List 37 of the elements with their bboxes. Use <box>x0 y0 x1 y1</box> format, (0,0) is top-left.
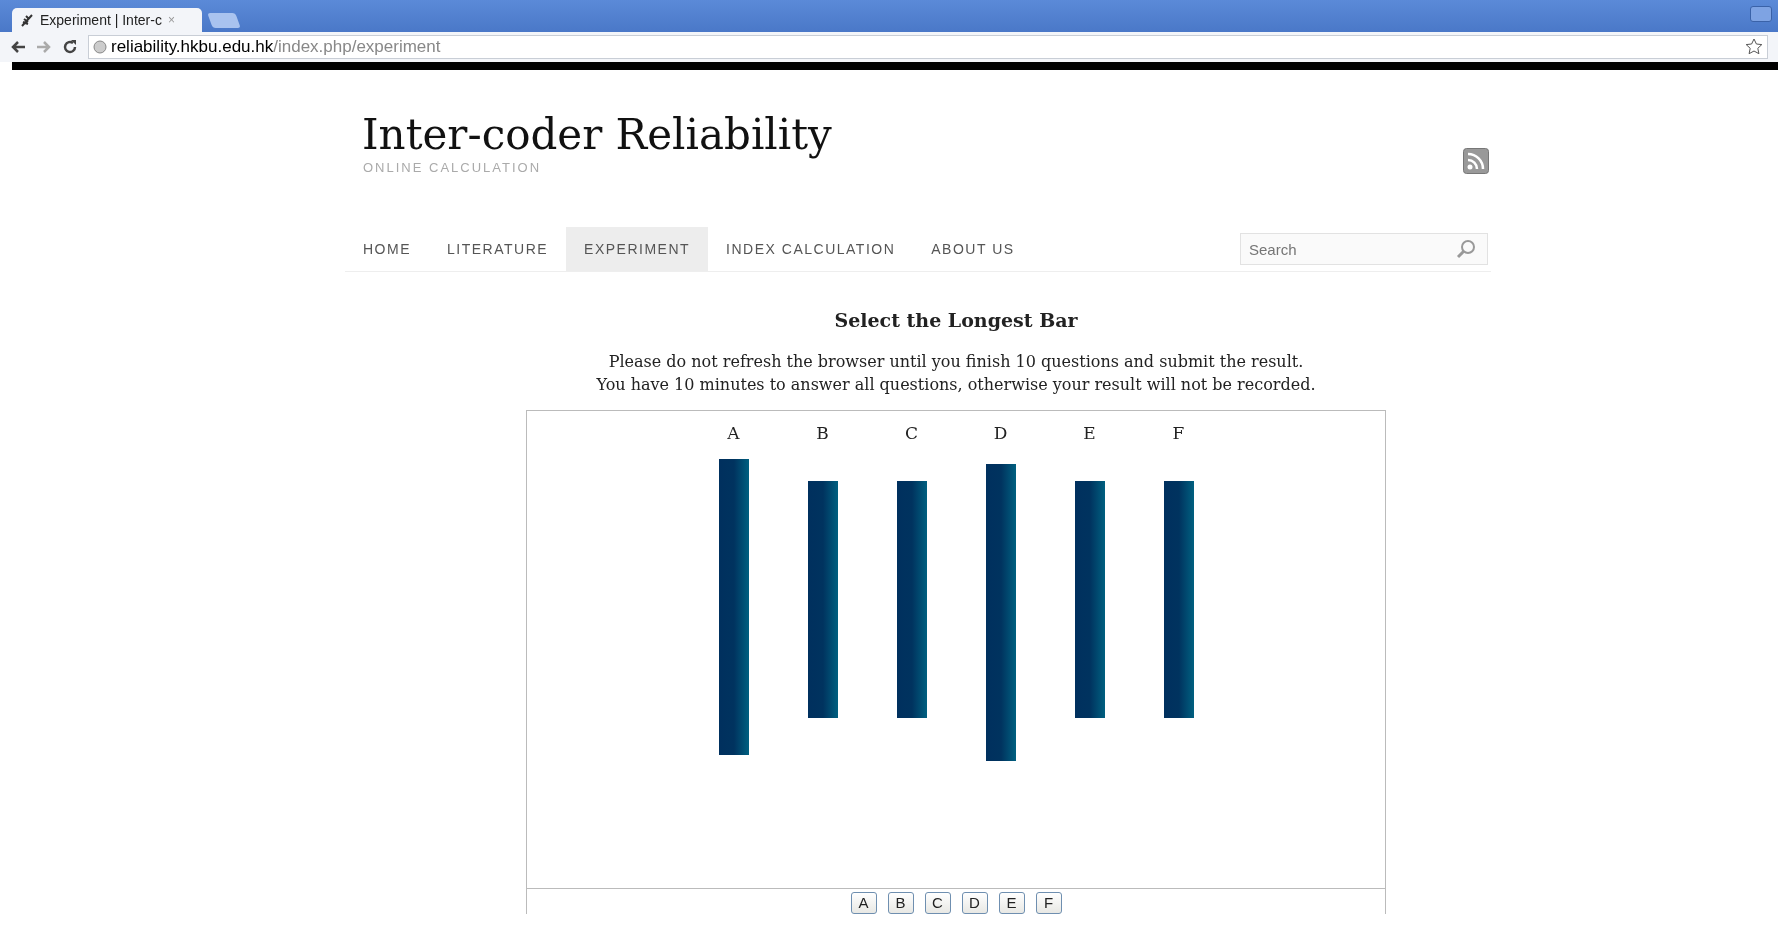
url-path: /index.php/experiment <box>273 37 441 57</box>
globe-icon <box>93 40 107 54</box>
instruction-text: Please do not refresh the browser until you finish 10 questions and submit the result. <box>607 351 1305 374</box>
answer-button[interactable]: D <box>961 892 988 915</box>
browser-tab[interactable]: Experiment | Inter-c × <box>12 8 202 32</box>
minimize-button[interactable] <box>1750 6 1772 22</box>
back-arrow-icon[interactable] <box>10 40 26 54</box>
search-field[interactable]: Search <box>1240 233 1488 266</box>
nav-link[interactable]: INDEX CALCULATION <box>708 227 914 272</box>
bar-label: E <box>1083 422 1096 446</box>
site-title: Inter-coder Reliability <box>362 112 832 159</box>
answer-button[interactable]: A <box>850 892 877 915</box>
tab-title: Experiment | Inter-c <box>40 10 162 30</box>
instruction-text: You have 10 minutes to answer all questions, otherwise your result will not be recorded. <box>595 374 1317 397</box>
rss-icon[interactable] <box>1463 147 1489 174</box>
nav-link[interactable]: EXPERIMENT <box>566 227 709 272</box>
bar-label: C <box>905 422 918 446</box>
answer-button[interactable]: B <box>887 892 914 915</box>
bar-label: B <box>816 422 829 446</box>
bar-label: A <box>727 422 740 446</box>
answer-button[interactable]: E <box>998 892 1025 915</box>
site-tagline: ONLINE CALCULATION <box>363 159 543 178</box>
answer-button[interactable]: F <box>1035 892 1062 915</box>
bar-label: F <box>1172 422 1185 446</box>
address-bar[interactable]: reliability.hkbu.edu.hk/index.php/experiment <box>88 35 1768 59</box>
search-icon[interactable] <box>1456 239 1476 260</box>
leaf-icon <box>20 13 34 27</box>
reload-icon[interactable] <box>62 39 78 55</box>
nav-link[interactable]: LITERATURE <box>429 227 567 272</box>
new-tab-button[interactable] <box>207 13 241 28</box>
answer-button[interactable]: C <box>924 892 951 915</box>
bar-label: D <box>993 422 1008 446</box>
url-host: reliability.hkbu.edu.hk <box>111 37 274 57</box>
nav-link[interactable]: ABOUT US <box>913 227 1033 272</box>
star-icon[interactable] <box>1745 38 1763 56</box>
nav-link[interactable]: HOME <box>345 227 429 272</box>
page-heading: Select the Longest Bar <box>833 307 1079 333</box>
